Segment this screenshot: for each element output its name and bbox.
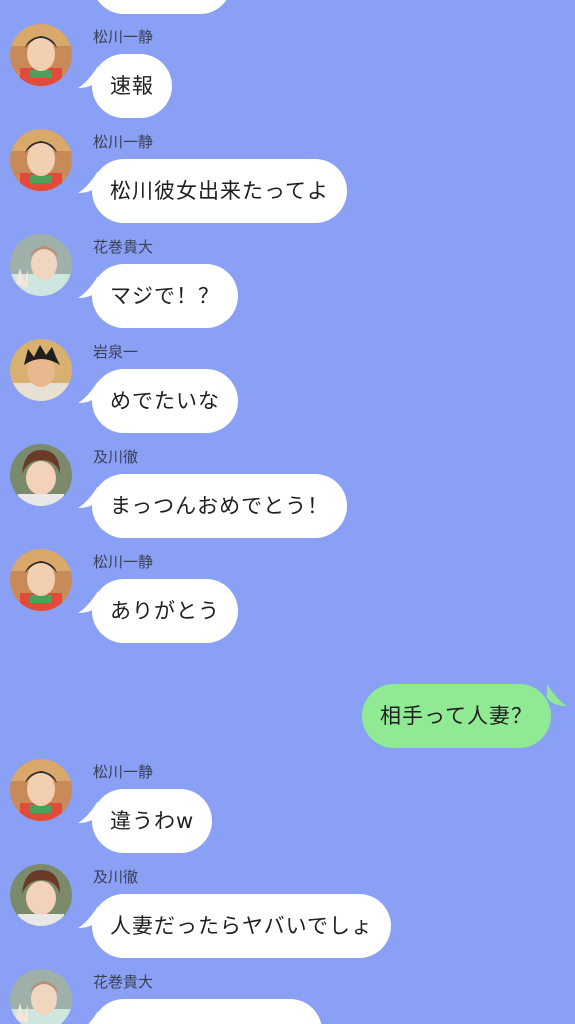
message-bubble[interactable]: ありがとう — [92, 579, 238, 643]
hanamaki-avatar-icon[interactable] — [10, 234, 72, 296]
message-row: 松川一静 速報 — [0, 14, 575, 124]
message-row: 岩泉一 めでたいな — [0, 329, 575, 439]
bubble-tail — [547, 684, 567, 706]
message-bubble[interactable]: 違うわw — [92, 789, 213, 853]
matsukawa-avatar-icon[interactable] — [10, 129, 72, 191]
sender-name: 岩泉一 — [93, 343, 139, 361]
oikawa-avatar-icon[interactable] — [10, 444, 72, 506]
message-bubble[interactable]: 速報 — [92, 54, 172, 118]
message-bubble[interactable]: 松川彼女出来たってよ — [92, 159, 347, 223]
iwaizumi-avatar-icon[interactable] — [10, 339, 72, 401]
sender-name: 及川徹 — [93, 448, 139, 466]
oikawa-avatar-icon[interactable] — [10, 864, 72, 926]
sender-name: 花巻貴大 — [93, 973, 154, 991]
message-row-outgoing: 相手って人妻？ — [0, 684, 575, 754]
message-row: 花巻貴大 — [0, 959, 575, 1024]
sender-name: 松川一静 — [93, 133, 154, 151]
message-row: 松川一静 ありがとう — [0, 539, 575, 649]
sender-name: 及川徹 — [93, 868, 139, 886]
message-row: 松川一静 松川彼女出来たってよ — [0, 119, 575, 229]
message-row: 松川一静 違うわw — [0, 749, 575, 859]
message-row: 及川徹 人妻だったらヤバいでしょ — [0, 854, 575, 964]
message-bubble[interactable]: めでたいな — [92, 369, 238, 433]
message-row: 花巻貴大 マジで！？ — [0, 224, 575, 334]
sender-name: 松川一静 — [93, 28, 154, 46]
matsukawa-avatar-icon[interactable] — [10, 549, 72, 611]
sender-name: 花巻貴大 — [93, 238, 154, 256]
message-bubble[interactable] — [92, 999, 322, 1024]
my-message-bubble[interactable]: 相手って人妻？ — [362, 684, 551, 748]
sender-name: 松川一静 — [93, 553, 154, 571]
message-bubble[interactable]: マジで！？ — [92, 264, 238, 328]
message-bubble[interactable]: 人妻だったらヤバいでしょ — [92, 894, 391, 958]
matsukawa-avatar-icon[interactable] — [10, 759, 72, 821]
matsukawa-avatar-icon[interactable] — [10, 24, 72, 86]
chat-timeline[interactable]: 松川一静 速報 松川一静 松川彼女出来たってよ 花巻貴大 マジで！？ 岩泉一 め… — [0, 0, 575, 1024]
message-row: 及川徹 まっつんおめでとう！ — [0, 434, 575, 544]
sender-name: 松川一静 — [93, 763, 154, 781]
previous-message-bubble[interactable] — [92, 0, 232, 14]
message-bubble[interactable]: まっつんおめでとう！ — [92, 474, 348, 538]
hanamaki-avatar-icon[interactable] — [10, 969, 72, 1024]
